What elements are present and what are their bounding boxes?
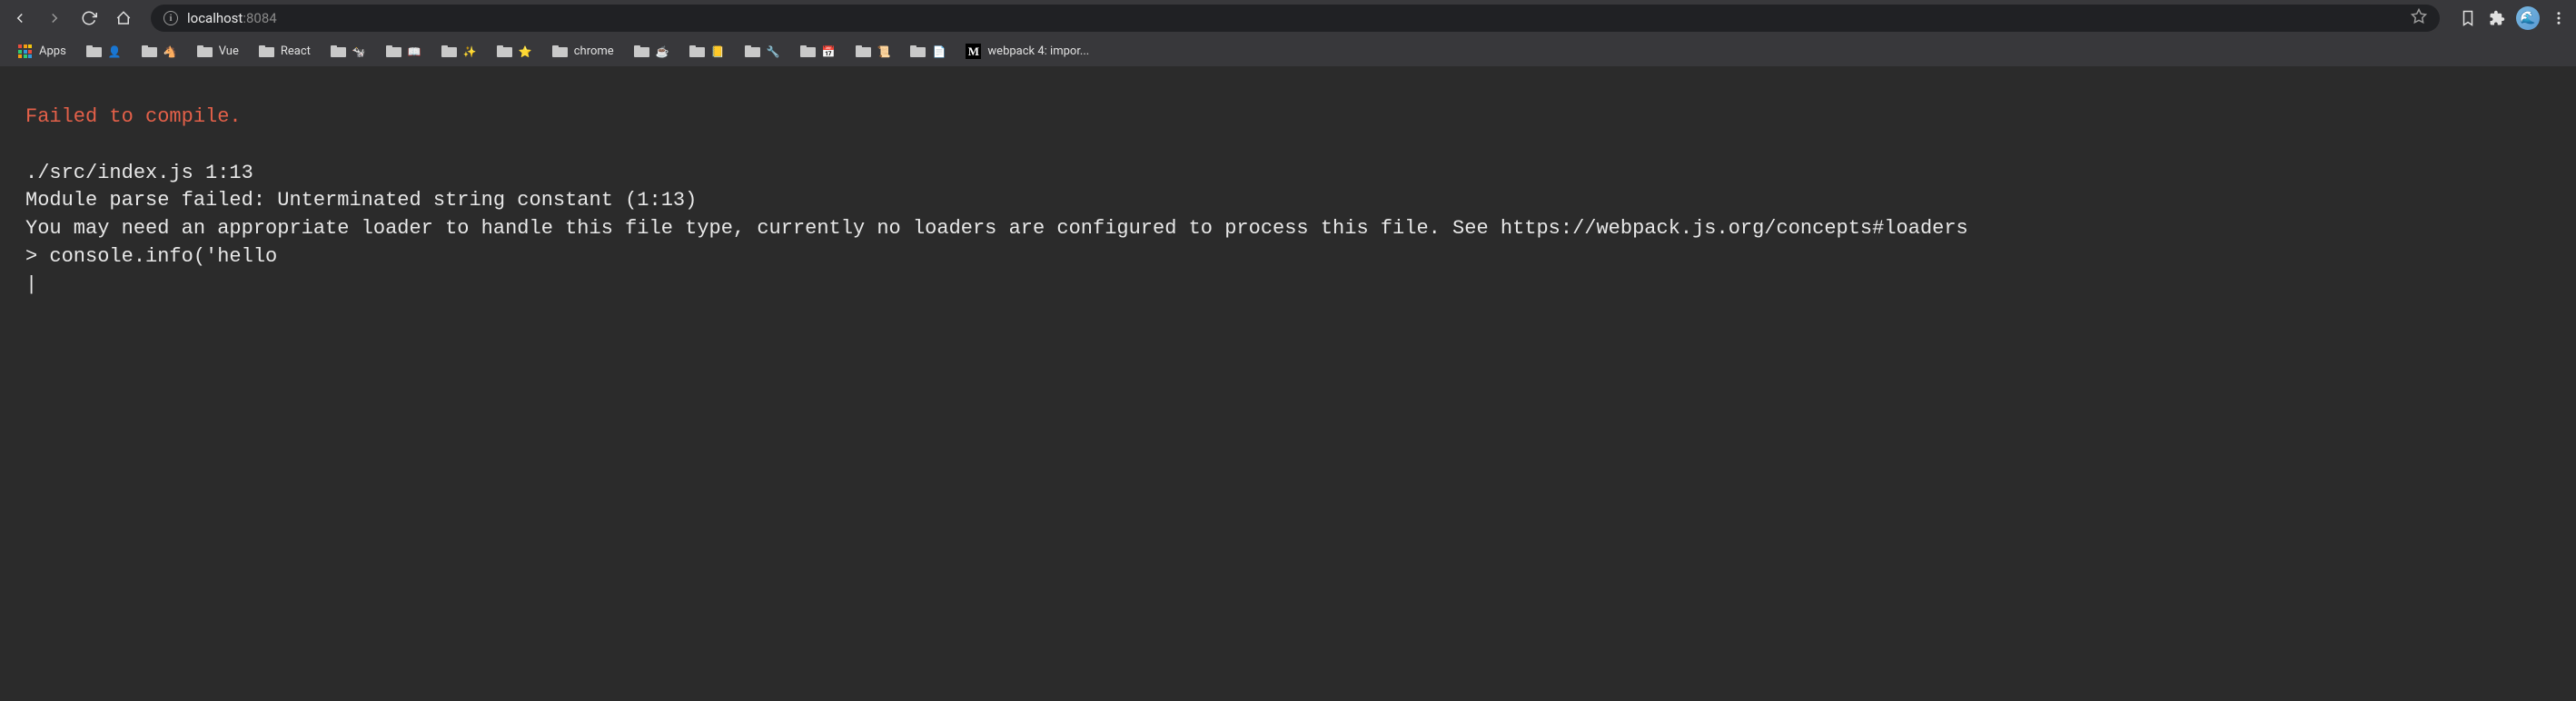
bookmark-label: 📜 <box>877 46 891 57</box>
bookmark-folder[interactable]: 📜 <box>848 42 898 61</box>
folder-icon <box>910 45 926 57</box>
folder-icon <box>142 45 157 57</box>
home-button[interactable] <box>111 5 136 31</box>
folder-icon <box>331 45 346 57</box>
bookmark-label: ⭐ <box>519 46 532 57</box>
bookmark-label: React <box>281 44 311 58</box>
bookmark-folder[interactable]: 📖 <box>379 42 429 61</box>
profile-avatar[interactable]: 🌊 <box>2516 6 2540 30</box>
bookmarks-bar: Apps 👤 🐴 Vue React 🐄 📖 ✨ ⭐ chrome ☕ <box>0 36 2576 67</box>
bookmark-folder[interactable]: Vue <box>190 41 246 62</box>
reload-button[interactable] <box>76 5 102 31</box>
folder-icon <box>552 45 568 57</box>
url-text: localhost:8084 <box>187 10 277 26</box>
bookmark-label: 🐴 <box>163 46 177 57</box>
bookmark-link[interactable]: M webpack 4: impor... <box>958 40 1096 63</box>
address-bar[interactable]: i localhost:8084 <box>151 5 2440 32</box>
bookmark-label: 📖 <box>408 46 421 57</box>
extensions-icon[interactable] <box>2487 8 2507 28</box>
bookmark-label: webpack 4: impor... <box>987 44 1089 58</box>
apps-button[interactable]: Apps <box>11 41 74 62</box>
folder-icon <box>259 45 274 57</box>
folder-icon <box>689 45 705 57</box>
bookmark-folder[interactable]: 📒 <box>682 42 732 61</box>
bookmark-folder[interactable]: chrome <box>545 41 621 62</box>
error-title: Failed to compile. <box>25 105 242 128</box>
error-overlay: Failed to compile. ./src/index.js 1:13 M… <box>0 67 2576 336</box>
bookmark-label: 📒 <box>711 46 725 57</box>
bookmark-folder[interactable]: 🐴 <box>134 42 184 61</box>
bookmark-label: chrome <box>574 44 614 58</box>
folder-icon <box>497 45 512 57</box>
apps-icon <box>18 44 32 58</box>
bookmark-label: 🔧 <box>767 46 780 57</box>
bookmark-label: 📄 <box>932 46 946 57</box>
bookmark-star-icon[interactable] <box>2411 8 2427 28</box>
site-info-icon[interactable]: i <box>163 11 178 25</box>
bookmark-folder[interactable]: ✨ <box>434 42 484 61</box>
browser-toolbar: i localhost:8084 🌊 <box>0 0 2576 36</box>
bookmark-label: 👤 <box>108 46 122 57</box>
reading-list-icon[interactable] <box>2458 8 2478 28</box>
apps-label: Apps <box>39 44 66 58</box>
error-body: ./src/index.js 1:13 Module parse failed:… <box>25 162 1968 296</box>
folder-icon <box>386 45 401 57</box>
bookmark-folder[interactable]: ⭐ <box>490 42 540 61</box>
medium-icon: M <box>966 44 981 59</box>
folder-icon <box>197 45 213 57</box>
bookmark-folder[interactable]: React <box>252 41 318 62</box>
bookmark-folder[interactable]: 👤 <box>79 42 129 61</box>
folder-icon <box>800 45 816 57</box>
folder-icon <box>441 45 457 57</box>
bookmark-label: 📅 <box>822 46 836 57</box>
bookmark-folder[interactable]: ☕ <box>627 42 677 61</box>
bookmark-folder[interactable]: 🐄 <box>323 42 373 61</box>
bookmark-label: ☕ <box>656 46 669 57</box>
folder-icon <box>856 45 871 57</box>
bookmark-label: ✨ <box>463 46 477 57</box>
folder-icon <box>634 45 649 57</box>
folder-icon <box>86 45 102 57</box>
back-button[interactable] <box>7 5 33 31</box>
forward-button[interactable] <box>42 5 67 31</box>
bookmark-folder[interactable]: 🔧 <box>738 42 788 61</box>
menu-icon[interactable] <box>2549 8 2569 28</box>
bookmark-folder[interactable]: 📅 <box>793 42 843 61</box>
bookmark-folder[interactable]: 📄 <box>903 42 953 61</box>
bookmark-label: Vue <box>219 44 239 58</box>
bookmark-label: 🐄 <box>352 46 366 57</box>
folder-icon <box>745 45 760 57</box>
